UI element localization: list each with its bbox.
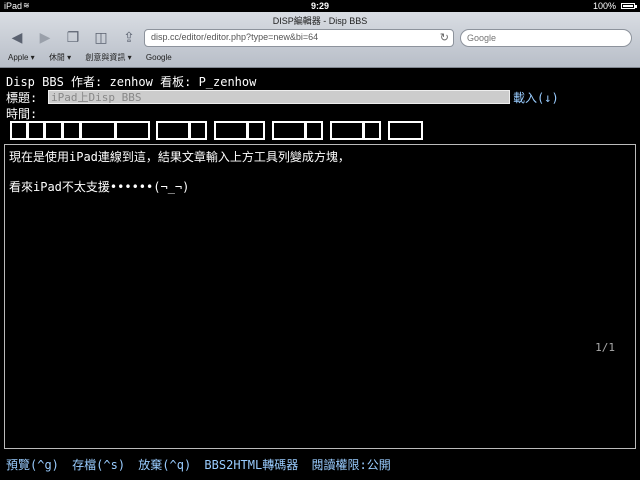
- title-row: 標題: 載入(↓): [6, 89, 636, 105]
- bookmarks-icon[interactable]: ◫: [90, 28, 112, 46]
- toolbar-button[interactable]: [115, 121, 150, 140]
- save-link[interactable]: 存檔(^s): [72, 458, 125, 472]
- content-line[interactable]: 看來iPad不太支援••••••(¬_¬): [9, 178, 189, 195]
- permission-value[interactable]: 公開: [367, 458, 391, 472]
- load-link[interactable]: 載入(↓): [513, 89, 559, 106]
- time-label: 時間:: [6, 107, 38, 121]
- toolbar-button[interactable]: [44, 121, 63, 140]
- battery-tip-icon: [635, 5, 637, 8]
- search-field[interactable]: [460, 29, 632, 47]
- toolbar-button[interactable]: [247, 121, 265, 140]
- bookmark-creative[interactable]: 創意與資訊 ▾: [85, 52, 131, 63]
- toolbar-button[interactable]: [156, 121, 190, 140]
- title-input[interactable]: [48, 90, 510, 104]
- toolbar-button[interactable]: [27, 121, 45, 140]
- bookmark-leisure[interactable]: 休閒 ▾: [49, 52, 71, 63]
- toolbar-button[interactable]: [80, 121, 116, 140]
- search-input[interactable]: [467, 31, 617, 45]
- bookmark-google[interactable]: Google: [146, 53, 172, 62]
- bbs-editor: Disp BBS 作者: zenhow 看板: P_zenhow 標題: 載入(…: [0, 68, 640, 480]
- toolbar-button[interactable]: [363, 121, 381, 140]
- share-icon[interactable]: ⇪: [118, 28, 140, 46]
- content-line[interactable]: 現在是使用iPad連線到這，結果文章輸入上方工具列變成方塊，: [9, 148, 350, 165]
- battery-percent: 100%: [592, 1, 616, 11]
- bookmark-apple[interactable]: Apple ▾: [8, 53, 35, 62]
- toolbar-button[interactable]: [272, 121, 306, 140]
- site-name: Disp BBS: [6, 75, 64, 89]
- status-bar: iPad ≋ 9:29 100%: [0, 0, 640, 12]
- author-label: 作者:: [71, 75, 103, 89]
- author-name: zenhow: [109, 75, 153, 89]
- battery-icon: [621, 3, 635, 9]
- reload-icon[interactable]: ↻: [440, 31, 449, 44]
- preview-link[interactable]: 預覽(^g): [6, 458, 59, 472]
- clock: 9:29: [310, 1, 329, 11]
- toolbar-button[interactable]: [62, 121, 81, 140]
- address-bar[interactable]: disp.cc/editor/editor.php?type=new&bi=64…: [144, 29, 454, 47]
- converter-link[interactable]: BBS2HTML轉碼器: [204, 458, 298, 472]
- toolbar-button[interactable]: [10, 121, 28, 140]
- bookmarks-bar: Apple ▾ 休閒 ▾ 創意與資訊 ▾ Google: [8, 52, 184, 63]
- board-info: Disp BBS 作者: zenhow 看板: P_zenhow: [6, 73, 256, 90]
- board-label: 看板:: [160, 75, 192, 89]
- toolbar-button[interactable]: [305, 121, 323, 140]
- url-text[interactable]: disp.cc/editor/editor.php?type=new&bi=64: [151, 32, 318, 42]
- toolbar-button[interactable]: [388, 121, 423, 140]
- browser-chrome: DISP編輯器 - Disp BBS ◀ ▶ ❐ ◫ ⇪ disp.cc/edi…: [0, 12, 640, 68]
- title-label: 標題:: [6, 91, 38, 105]
- toolbar-button[interactable]: [330, 121, 364, 140]
- back-icon[interactable]: ◀: [6, 28, 28, 46]
- forward-icon[interactable]: ▶: [34, 28, 56, 46]
- discard-link[interactable]: 放棄(^q): [138, 458, 191, 472]
- tabs-icon[interactable]: ❐: [62, 28, 84, 46]
- page-counter: 1/1: [595, 341, 615, 354]
- board-name: P_zenhow: [198, 75, 257, 89]
- toolbar-button[interactable]: [214, 121, 248, 140]
- page-title: DISP編輯器 - Disp BBS: [272, 16, 368, 26]
- permission-label: 閱讀權限:: [311, 458, 367, 472]
- bottom-menu: 預覽(^g) 存檔(^s) 放棄(^q) BBS2HTML轉碼器 閱讀權限:公開: [6, 456, 397, 473]
- content-editor[interactable]: 現在是使用iPad連線到這，結果文章輸入上方工具列變成方塊， 看來iPad不太支…: [4, 144, 636, 449]
- toolbar-button[interactable]: [189, 121, 207, 140]
